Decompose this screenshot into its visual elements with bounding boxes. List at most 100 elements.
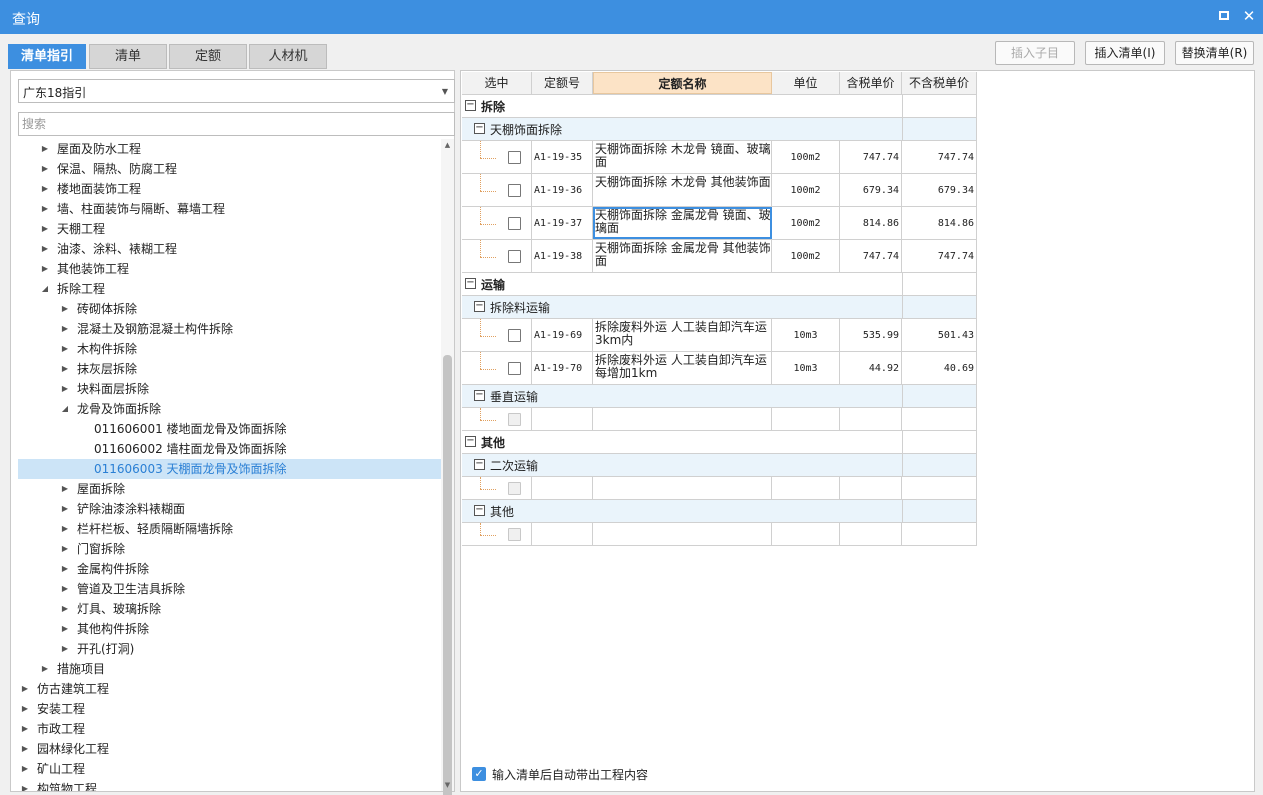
collapsed-arrow-icon[interactable]: ▶ [40,179,50,199]
tree-node[interactable]: ▶ 屋面拆除 [18,479,441,499]
tree-node[interactable]: ▶ 其他构件拆除 [18,619,441,639]
row-checkbox[interactable] [508,151,521,164]
collapsed-arrow-icon[interactable]: ▶ [60,559,70,579]
quota-name-cell[interactable]: 天棚饰面拆除 金属龙骨 其他装饰面 [593,240,772,272]
tree-node[interactable]: ▶ 构筑物工程 [18,779,441,791]
collapsed-arrow-icon[interactable]: ▶ [60,379,70,399]
tree-node[interactable]: ▶ 墙、柱面装饰与隔断、幕墙工程 [18,199,441,219]
notax-price-cell[interactable]: 814.86 [902,207,977,239]
row-checkbox[interactable] [508,184,521,197]
tax-price-cell[interactable]: 747.74 [840,240,902,272]
table-row[interactable]: A1-19-38 天棚饰面拆除 金属龙骨 其他装饰面 100m2 747.74 747.… [462,240,977,273]
collapsed-arrow-icon[interactable]: ▶ [60,359,70,379]
tree-node[interactable]: ▶ 油漆、涂料、裱糊工程 [18,239,441,259]
tab-quota[interactable]: 定额 [169,44,247,69]
grid-subgroup-row[interactable]: − 其他 [462,500,977,523]
empty-cell[interactable] [902,477,977,499]
collapsed-arrow-icon[interactable]: ▶ [60,479,70,499]
table-row[interactable]: A1-19-35 天棚饰面拆除 木龙骨 镜面、玻璃面 100m2 747.74 747.… [462,141,977,174]
tree-node[interactable]: ◢ 拆除工程 [18,279,441,299]
quota-name-cell[interactable]: 拆除废料外运 人工装自卸汽车运每增加1km [593,352,772,384]
quota-code-cell[interactable]: A1-19-69 [532,319,593,351]
empty-cell[interactable] [902,408,977,430]
table-row[interactable]: A1-19-70 拆除废料外运 人工装自卸汽车运每增加1km 10m3 44.92 40… [462,352,977,385]
quota-code-cell[interactable]: A1-19-38 [532,240,593,272]
collapsed-arrow-icon[interactable]: ▶ [40,159,50,179]
tree-node[interactable]: ▶ 门窗拆除 [18,539,441,559]
unit-cell[interactable]: 100m2 [772,141,840,173]
row-checkbox[interactable] [508,329,521,342]
column-header-name[interactable]: 定额名称 [593,72,772,94]
empty-cell[interactable] [840,523,902,545]
grid-subgroup-row[interactable]: − 拆除料运输 [462,296,977,319]
row-checkbox[interactable] [508,217,521,230]
column-header-notax-price[interactable]: 不含税单价 [902,72,977,94]
tax-price-cell[interactable]: 535.99 [840,319,902,351]
grid-subgroup-row[interactable]: − 天棚饰面拆除 [462,118,977,141]
row-checkbox[interactable] [508,528,521,541]
empty-cell[interactable] [840,408,902,430]
row-checkbox[interactable] [508,250,521,263]
column-header-code[interactable]: 定额号 [532,72,593,94]
tree-node[interactable]: ▶ 木构件拆除 [18,339,441,359]
grid-group-row[interactable]: − 其他 [462,431,977,454]
empty-cell[interactable] [532,523,593,545]
tax-price-cell[interactable]: 814.86 [840,207,902,239]
tax-price-cell[interactable]: 747.74 [840,141,902,173]
collapsed-arrow-icon[interactable]: ▶ [60,299,70,319]
row-checkbox[interactable] [508,413,521,426]
row-checkbox[interactable] [508,482,521,495]
maximize-button[interactable] [1217,9,1231,23]
table-row[interactable]: A1-19-36 天棚饰面拆除 木龙骨 其他装饰面 100m2 679.34 679.3… [462,174,977,207]
collapsed-arrow-icon[interactable]: ▶ [40,259,50,279]
empty-cell[interactable] [772,477,840,499]
empty-cell[interactable] [532,477,593,499]
collapse-icon[interactable]: − [465,278,476,289]
guide-library-select[interactable]: 广东18指引 ▼ [18,79,455,103]
collapsed-arrow-icon[interactable]: ▶ [40,139,50,159]
row-checkbox[interactable] [508,362,521,375]
quota-name-cell[interactable]: 天棚饰面拆除 木龙骨 镜面、玻璃面 [593,141,772,173]
collapse-icon[interactable]: − [474,301,485,312]
tree-node[interactable]: ▶ 铲除油漆涂料裱糊面 [18,499,441,519]
collapsed-arrow-icon[interactable]: ▶ [60,499,70,519]
tree-node[interactable]: 011606002 墙柱面龙骨及饰面拆除 [18,439,441,459]
column-header-unit[interactable]: 单位 [772,72,840,94]
insert-list-button[interactable]: 插入清单(I) [1085,41,1165,65]
tax-price-cell[interactable]: 679.34 [840,174,902,206]
collapsed-arrow-icon[interactable]: ▶ [60,579,70,599]
unit-cell[interactable]: 100m2 [772,207,840,239]
expanded-arrow-icon[interactable]: ◢ [40,279,50,299]
table-row-empty[interactable] [462,523,977,546]
auto-bring-checkbox[interactable]: ✓ [472,767,486,781]
notax-price-cell[interactable]: 679.34 [902,174,977,206]
collapsed-arrow-icon[interactable]: ▶ [20,779,30,791]
scroll-down-icon[interactable]: ▼ [441,779,454,791]
tree-node[interactable]: ▶ 措施项目 [18,659,441,679]
quota-name-cell[interactable]: 拆除废料外运 人工装自卸汽车运3km内 [593,319,772,351]
scroll-up-icon[interactable]: ▲ [441,139,454,151]
empty-cell[interactable] [593,408,772,430]
grid-subgroup-row[interactable]: − 二次运输 [462,454,977,477]
collapsed-arrow-icon[interactable]: ▶ [60,319,70,339]
collapsed-arrow-icon[interactable]: ▶ [40,239,50,259]
collapsed-arrow-icon[interactable]: ▶ [20,699,30,719]
grid-group-row[interactable]: − 运输 [462,273,977,296]
tab-list-guide[interactable]: 清单指引 [8,44,86,69]
tree-node[interactable]: ▶ 安装工程 [18,699,441,719]
replace-list-button[interactable]: 替换清单(R) [1175,41,1254,65]
collapse-icon[interactable]: − [474,123,485,134]
search-input[interactable] [18,112,455,136]
close-button[interactable]: ✕ [1242,9,1256,24]
tree-node[interactable]: ▶ 抹灰层拆除 [18,359,441,379]
tree-node[interactable]: ▶ 砖砌体拆除 [18,299,441,319]
tree-node[interactable]: ▶ 金属构件拆除 [18,559,441,579]
unit-cell[interactable]: 100m2 [772,240,840,272]
tax-price-cell[interactable]: 44.92 [840,352,902,384]
collapsed-arrow-icon[interactable]: ▶ [60,539,70,559]
empty-cell[interactable] [772,408,840,430]
notax-price-cell[interactable]: 747.74 [902,240,977,272]
quota-name-cell[interactable]: 天棚饰面拆除 金属龙骨 镜面、玻璃面 [593,207,772,239]
tree-node[interactable]: ▶ 市政工程 [18,719,441,739]
tree-node[interactable]: 011606003 天棚面龙骨及饰面拆除 [18,459,441,479]
